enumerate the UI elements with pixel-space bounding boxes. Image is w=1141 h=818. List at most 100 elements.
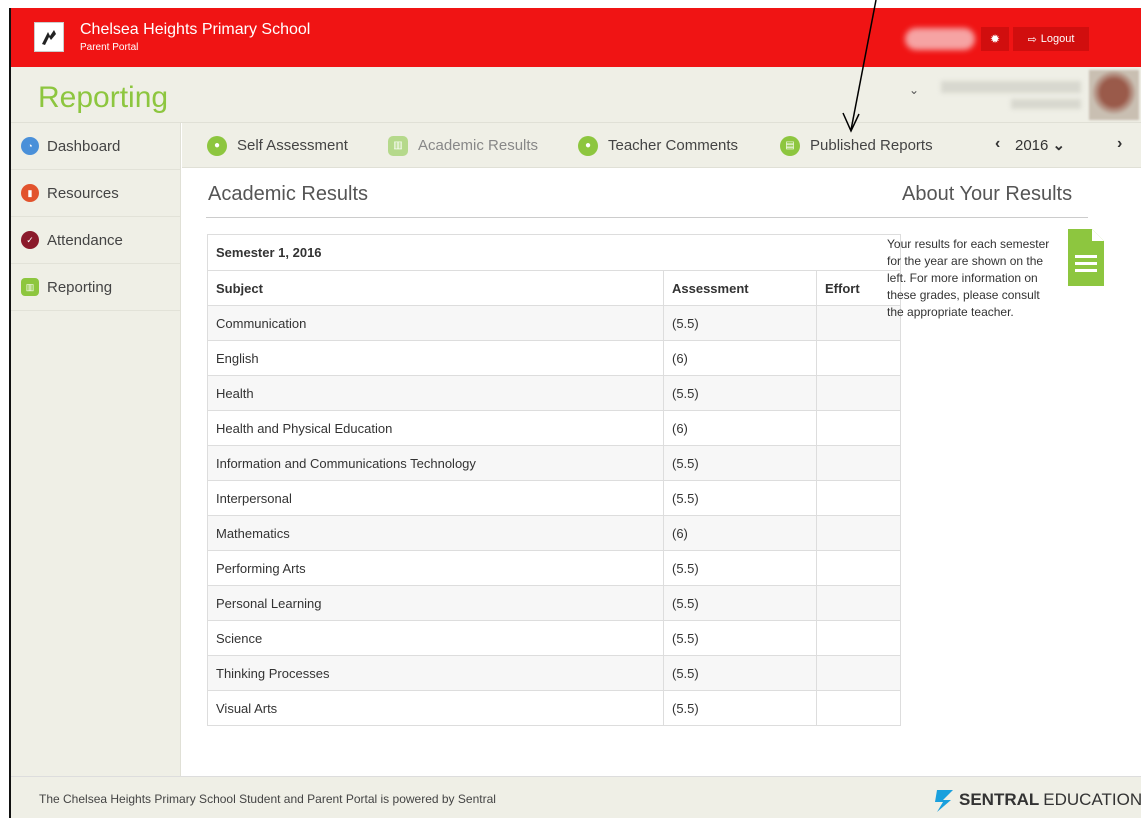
effort-cell (816, 340, 901, 376)
sidebar-item-label: Attendance (47, 231, 123, 249)
table-row: Personal Learning (5.5) (207, 585, 901, 621)
bar-chart-icon: ▥ (388, 135, 408, 156)
year-selector[interactable]: 2016 ⌄ (1015, 136, 1065, 154)
about-title: About Your Results (902, 183, 1073, 205)
tab-label: Academic Results (418, 137, 539, 154)
prev-year-arrow-icon[interactable]: ‹ (995, 135, 1000, 153)
tab-label: Published Reports (810, 137, 933, 154)
sidebar-item-reporting[interactable]: ▥ Reporting (11, 264, 180, 311)
subject-cell: Communication (207, 305, 664, 341)
results-table: Semester 1, 2016 Subject Assessment Effo… (207, 234, 901, 726)
assessment-cell: (5.5) (663, 550, 817, 586)
assessment-cell: (5.5) (663, 690, 817, 726)
page-title: Reporting (38, 81, 169, 114)
effort-cell (816, 585, 901, 621)
section-title: Academic Results (208, 183, 369, 205)
tab-academic-results[interactable]: ▥ Academic Results (388, 123, 538, 168)
sidebar-item-resources[interactable]: ▮ Resources (11, 170, 180, 217)
settings-button[interactable]: ✹ (981, 27, 1009, 51)
table-row: Health and Physical Education (6) (207, 410, 901, 446)
school-subtitle: Parent Portal (80, 42, 139, 53)
table-row: Communication (5.5) (207, 305, 901, 341)
subject-cell: English (207, 340, 664, 376)
school-name: Chelsea Heights Primary School (80, 21, 311, 38)
subject-cell: Visual Arts (207, 690, 664, 726)
assessment-cell: (5.5) (663, 445, 817, 481)
effort-cell (816, 550, 901, 586)
effort-cell (816, 690, 901, 726)
tree-logo-icon (42, 30, 56, 45)
year-value: 2016 (1015, 137, 1049, 154)
effort-cell (816, 515, 901, 551)
brand-light: EDUCATION (1043, 790, 1141, 809)
footer: The Chelsea Heights Primary School Stude… (11, 776, 1141, 818)
table-row: Performing Arts (5.5) (207, 550, 901, 586)
comment-icon: ● (578, 135, 598, 156)
check-circle-icon: ✓ (21, 231, 39, 249)
subject-cell: Interpersonal (207, 480, 664, 516)
subject-cell: Performing Arts (207, 550, 664, 586)
subject-cell: Science (207, 620, 664, 656)
avatar[interactable] (1089, 70, 1139, 120)
tab-label: Self Assessment (237, 137, 348, 154)
next-year-arrow-icon[interactable]: › (1117, 135, 1122, 153)
table-row: Thinking Processes (5.5) (207, 655, 901, 691)
brand-bold: SENTRAL (959, 790, 1040, 809)
effort-cell (816, 410, 901, 446)
semester-heading: Semester 1, 2016 (207, 234, 901, 271)
reporting-tabs: ● Self Assessment ▥ Academic Results ● T… (182, 123, 1141, 168)
sign-out-icon: ⇨ (1027, 33, 1037, 46)
logout-label: Logout (1040, 33, 1075, 45)
sidebar-item-label: Resources (47, 184, 119, 202)
sentral-s-icon (935, 790, 953, 812)
assessment-cell: (5.5) (663, 655, 817, 691)
effort-cell (816, 620, 901, 656)
table-row: Science (5.5) (207, 620, 901, 656)
assessment-cell: (6) (663, 515, 817, 551)
column-header-subject: Subject (207, 270, 664, 306)
user-name-blurred (941, 81, 1081, 93)
assessment-cell: (5.5) (663, 585, 817, 621)
sidebar-item-attendance[interactable]: ✓ Attendance (11, 217, 180, 264)
tab-published-reports[interactable]: ▤ Published Reports (780, 123, 933, 168)
logout-button[interactable]: ⇨ Logout (1013, 27, 1089, 51)
table-row: Interpersonal (5.5) (207, 480, 901, 516)
dashboard-icon: ◔ (21, 137, 39, 155)
footer-text: The Chelsea Heights Primary School Stude… (39, 792, 496, 806)
gear-icon: ✹ (989, 32, 1001, 46)
subject-cell: Health (207, 375, 664, 411)
table-row: Visual Arts (5.5) (207, 690, 901, 726)
assessment-cell: (5.5) (663, 620, 817, 656)
tab-label: Teacher Comments (608, 137, 739, 154)
subject-cell: Information and Communications Technolog… (207, 445, 664, 481)
subject-cell: Thinking Processes (207, 655, 664, 691)
chevron-down-icon[interactable]: ⌄ (909, 83, 919, 97)
assessment-cell: (5.5) (663, 305, 817, 341)
table-row: English (6) (207, 340, 901, 376)
effort-cell (816, 375, 901, 411)
username-blurred (905, 28, 975, 50)
table-row: Information and Communications Technolog… (207, 445, 901, 481)
sentral-logo[interactable]: SENTRAL EDUCATION (933, 788, 1141, 812)
assessment-cell: (6) (663, 410, 817, 446)
top-bar: Chelsea Heights Primary School Parent Po… (11, 8, 1141, 67)
sidebar: ◔ Dashboard ▮ Resources ✓ Attendance ▥ R… (11, 123, 181, 776)
user-role-blurred (1011, 99, 1081, 109)
browser-frame: Chelsea Heights Primary School Parent Po… (9, 8, 1141, 818)
sidebar-item-dashboard[interactable]: ◔ Dashboard (11, 123, 180, 170)
document-icon: ▤ (780, 135, 800, 156)
sidebar-item-label: Reporting (47, 278, 113, 296)
about-text: Your results for each semester for the y… (887, 237, 1050, 319)
book-icon: ▮ (21, 184, 39, 202)
tab-teacher-comments[interactable]: ● Teacher Comments (578, 123, 738, 168)
tab-self-assessment[interactable]: ● Self Assessment (207, 123, 348, 168)
document-icon (1068, 229, 1104, 286)
bar-chart-icon: ▥ (21, 278, 39, 296)
assessment-cell: (5.5) (663, 375, 817, 411)
user-icon: ● (207, 135, 227, 156)
school-logo[interactable] (34, 22, 64, 52)
sidebar-item-label: Dashboard (47, 137, 121, 155)
effort-cell (816, 655, 901, 691)
chevron-down-icon: ⌄ (1048, 137, 1066, 154)
subject-cell: Health and Physical Education (207, 410, 664, 446)
